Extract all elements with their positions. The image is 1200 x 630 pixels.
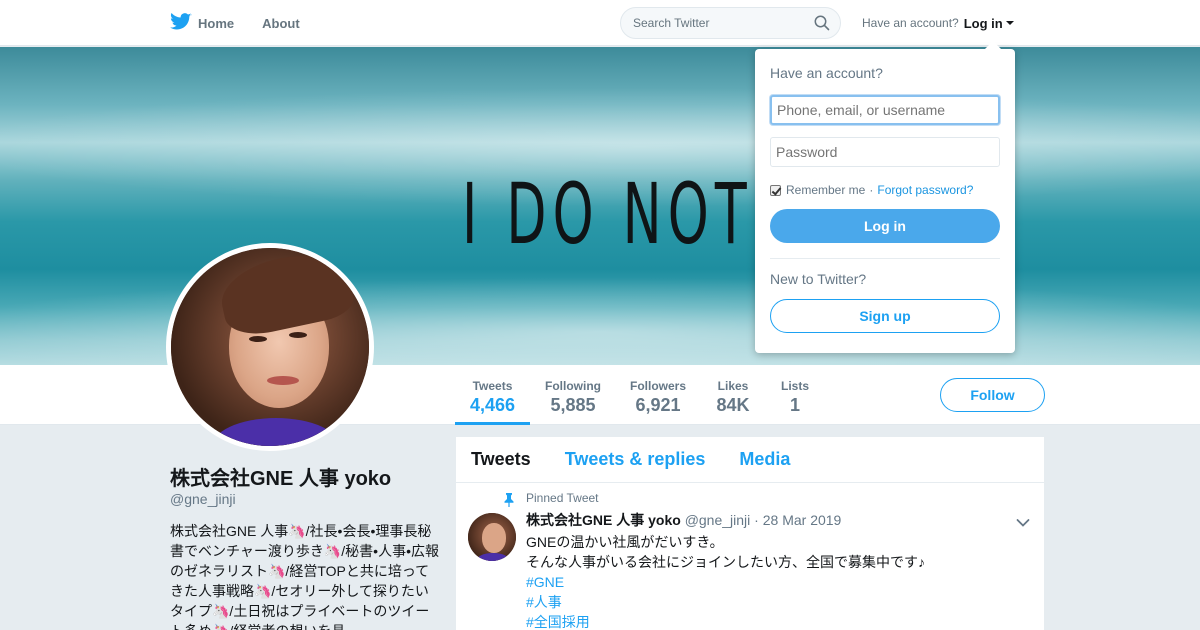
username-input[interactable] — [770, 95, 1000, 125]
tweet-text: GNEの温かい社風がだいすき。 そんな人事がいる会社にジョインしたい方、全国で募… — [526, 532, 1029, 630]
search-placeholder: Search Twitter — [633, 16, 710, 30]
remember-row: Remember me · Forgot password? — [770, 183, 1000, 197]
stat-tweets[interactable]: Tweets 4,466 — [455, 365, 530, 425]
separator-dot: · — [869, 183, 874, 197]
stat-label: Followers — [629, 379, 686, 393]
top-navigation-bar: Home About Search Twitter Have an accoun… — [0, 0, 1200, 46]
remember-me-label[interactable]: Remember me — [786, 183, 865, 197]
pinned-indicator: Pinned Tweet — [504, 491, 1029, 507]
nav-home-label: Home — [198, 15, 235, 31]
pinned-label: Pinned Tweet — [526, 491, 599, 505]
tweet-author-handle[interactable]: @gne_jinji — [685, 512, 751, 528]
follow-button[interactable]: Follow — [940, 378, 1045, 412]
divider — [770, 258, 1000, 259]
stat-followers[interactable]: Followers 6,921 — [626, 365, 690, 425]
tweet-separator: · — [754, 512, 759, 528]
twitter-bird-icon — [170, 12, 198, 34]
login-button[interactable]: Log in — [770, 209, 1000, 243]
stat-lists[interactable]: Lists 1 — [776, 365, 814, 425]
login-menu-label: Log in — [963, 15, 1003, 31]
tab-media[interactable]: Media — [739, 449, 790, 470]
account-area: Have an account? Log in — [862, 0, 1014, 46]
stat-label: Following — [545, 379, 601, 393]
tweet-avatar[interactable] — [468, 513, 516, 561]
timeline: Tweets Tweets & replies Media Pinned Twe… — [456, 437, 1044, 630]
tab-tweets[interactable]: Tweets — [471, 449, 531, 470]
remember-me-checkbox[interactable] — [770, 184, 781, 196]
stat-label: Tweets — [472, 379, 513, 393]
have-account-text: Have an account? — [862, 16, 959, 30]
stat-label: Likes — [717, 379, 749, 393]
stat-value: 4,466 — [469, 395, 516, 415]
stat-value: 84K — [716, 395, 750, 415]
tweet-author-name[interactable]: 株式会社GNE 人事 yoko — [526, 512, 681, 528]
search-icon[interactable] — [814, 15, 830, 34]
hashtag-link[interactable]: #人事 — [526, 592, 1029, 612]
tweet-line: そんな人事がいる会社にジョインしたい方、全国で募集中です♪ — [526, 554, 925, 570]
avatar-lips — [267, 376, 299, 385]
signup-button[interactable]: Sign up — [770, 299, 1000, 333]
pinned-tweet[interactable]: Pinned Tweet 株式会社GNE 人事 yoko @gne_jinji … — [456, 483, 1044, 630]
tweet-avatar-face — [482, 523, 506, 553]
caret-down-icon — [1005, 21, 1014, 25]
login-dropdown: Have an account? Remember me · Forgot pa… — [755, 41, 1015, 353]
nav-about-label: About — [262, 15, 300, 31]
pin-icon — [504, 493, 514, 507]
profile-bio: 株式会社GNE 人事🦄/社長•会長•理事長秘書でベンチャー渡り歩き🦄/秘書•人事… — [170, 523, 439, 630]
hashtag-link[interactable]: #全国採用 — [526, 612, 1029, 630]
dropdown-title: Have an account? — [770, 65, 883, 81]
nav-left: Home About — [170, 0, 328, 46]
avatar-image — [171, 248, 369, 446]
tweet-header: 株式会社GNE 人事 yoko @gne_jinji · 28 Mar 2019 — [526, 510, 1029, 530]
timeline-tabs: Tweets Tweets & replies Media — [456, 437, 1044, 483]
stat-label: Lists — [780, 379, 809, 393]
stat-following[interactable]: Following 5,885 — [540, 365, 606, 425]
password-input[interactable] — [770, 137, 1000, 167]
stat-value: 6,921 — [635, 395, 681, 415]
profile-avatar[interactable] — [166, 243, 374, 451]
stat-value: 5,885 — [550, 395, 596, 415]
profile-handle[interactable]: @gne_jinji — [170, 491, 236, 507]
tab-tweets-replies[interactable]: Tweets & replies — [565, 449, 706, 470]
profile-name[interactable]: 株式会社GNE 人事 yoko — [170, 462, 391, 491]
stat-value: 1 — [789, 395, 800, 415]
chevron-down-icon[interactable] — [1016, 515, 1030, 533]
tweet-date[interactable]: 28 Mar 2019 — [763, 512, 842, 528]
forgot-password-link[interactable]: Forgot password? — [877, 183, 973, 197]
search-input[interactable]: Search Twitter — [620, 7, 841, 39]
tweet-line: GNEの温かい社風がだいすき。 — [526, 534, 724, 550]
login-menu-toggle[interactable]: Log in — [964, 16, 1014, 31]
stat-likes[interactable]: Likes 84K — [710, 365, 756, 425]
new-to-twitter-text: New to Twitter? — [770, 271, 867, 287]
tweet-avatar-shirt — [477, 553, 509, 561]
nav-about-link[interactable]: About — [262, 16, 300, 31]
nav-home-link[interactable]: Home — [170, 12, 235, 34]
avatar-eye — [289, 332, 307, 338]
avatar-eye — [249, 336, 267, 342]
hashtag-link[interactable]: #GNE — [526, 572, 1029, 592]
